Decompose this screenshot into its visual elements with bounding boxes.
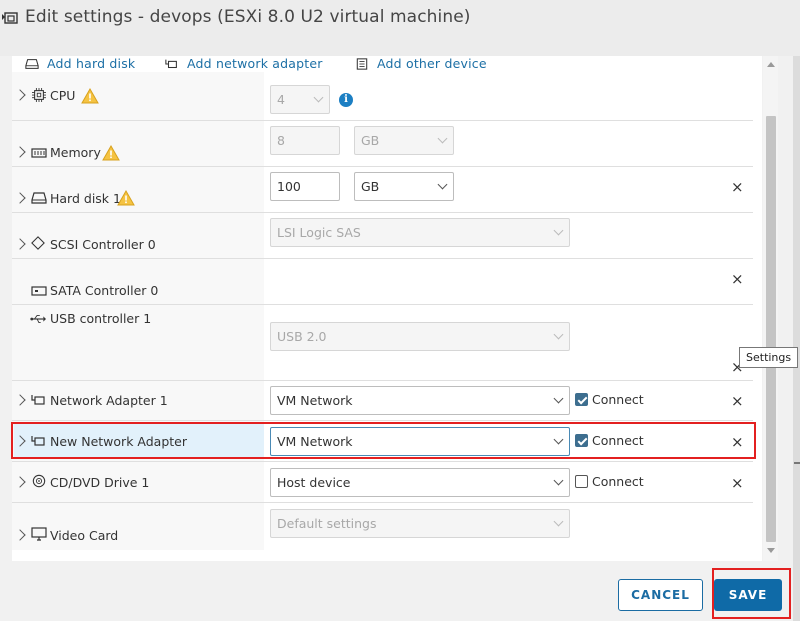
row-divider: [12, 502, 753, 503]
usb-type-value: USB 2.0: [277, 329, 327, 344]
network-adapter-icon: [31, 395, 45, 405]
sata-label: SATA Controller 0: [50, 283, 159, 298]
usb-icon: [30, 315, 46, 323]
usb-label: USB controller 1: [50, 311, 152, 326]
cd-dvd-icon: [32, 474, 46, 488]
remove-cdrom-close-icon[interactable]: ×: [731, 476, 744, 491]
hard-disk-size-value: 100: [277, 179, 301, 194]
chevron-down-icon: [553, 225, 564, 235]
cpu-icon: [32, 88, 46, 102]
vm-icon: [2, 12, 18, 24]
memory-unit-select[interactable]: GB: [354, 126, 454, 155]
row-divider: [12, 420, 753, 421]
scsi-label: SCSI Controller 0: [50, 237, 156, 252]
memory-input[interactable]: 8: [270, 126, 340, 155]
row-divider: [12, 166, 753, 167]
usb-type-select[interactable]: USB 2.0: [270, 322, 570, 351]
memory-label: Memory: [50, 145, 101, 160]
background-mark: [794, 462, 800, 464]
hard-disk-unit-select[interactable]: GB: [354, 172, 454, 201]
hard-disk-icon: [25, 58, 39, 69]
row-divider: [12, 304, 753, 305]
memory-value: 8: [277, 133, 285, 148]
cpu-value: 4: [277, 92, 285, 107]
chevron-down-icon: [553, 393, 564, 403]
cdrom-type-select[interactable]: Host device: [270, 468, 570, 497]
scsi-type-value: LSI Logic SAS: [277, 225, 361, 240]
video-card-label: Video Card: [50, 528, 119, 543]
other-device-icon: [356, 57, 368, 70]
cpu-select[interactable]: 4: [270, 85, 330, 114]
cdrom-label: CD/DVD Drive 1: [50, 475, 150, 490]
add-network-adapter-label: Add network adapter: [187, 56, 323, 71]
cancel-button[interactable]: CANCEL: [618, 579, 703, 611]
add-other-device-label: Add other device: [377, 56, 487, 71]
scroll-up-arrow-icon[interactable]: [767, 62, 775, 67]
network-adapter-1-connect-checkbox[interactable]: [575, 393, 588, 406]
scsi-controller-icon: [31, 236, 45, 250]
chevron-down-icon: [313, 92, 324, 102]
network-adapter-1-select[interactable]: VM Network: [270, 386, 570, 415]
warning-icon: [81, 88, 99, 104]
sata-controller-icon: [31, 286, 47, 296]
warning-icon: [102, 145, 120, 161]
add-hard-disk-label: Add hard disk: [47, 56, 136, 71]
hard-disk-icon: [31, 192, 47, 204]
info-icon[interactable]: i: [339, 93, 353, 107]
annotation-highlight-box: [11, 422, 756, 459]
network-adapter-1-value: VM Network: [277, 393, 353, 408]
scroll-down-arrow-icon[interactable]: [767, 548, 775, 553]
scrollbar-thumb[interactable]: [766, 116, 776, 542]
video-card-settings-value: Default settings: [277, 516, 377, 531]
chevron-down-icon: [553, 475, 564, 485]
memory-icon: [31, 148, 47, 158]
dialog-title: Edit settings - devops (ESXi 8.0 U2 virt…: [25, 7, 471, 27]
row-divider: [12, 258, 753, 259]
cpu-label: CPU: [50, 88, 76, 103]
row-divider: [12, 380, 753, 381]
cdrom-connect-label: Connect: [592, 474, 644, 489]
hard-disk-unit: GB: [361, 179, 380, 194]
network-adapter-1-label: Network Adapter 1: [50, 393, 168, 408]
video-card-settings-select[interactable]: Default settings: [270, 509, 570, 538]
hard-disk-size-input[interactable]: 100: [270, 172, 340, 201]
chevron-down-icon: [437, 179, 448, 189]
row-divider: [12, 212, 753, 213]
cdrom-connect-checkbox[interactable]: [575, 475, 588, 488]
memory-unit: GB: [361, 133, 380, 148]
cdrom-type-value: Host device: [277, 475, 351, 490]
warning-icon: [117, 190, 135, 206]
row-divider: [12, 120, 753, 121]
chevron-down-icon: [437, 133, 448, 143]
chevron-down-icon: [553, 516, 564, 526]
hard-disk-label: Hard disk 1: [50, 191, 121, 206]
monitor-icon: [31, 527, 47, 541]
chevron-down-icon: [553, 329, 564, 339]
add-network-adapter-button[interactable]: Add network adapter: [165, 56, 323, 71]
scsi-type-select[interactable]: LSI Logic SAS: [270, 218, 570, 247]
remove-hard-disk-close-icon[interactable]: ×: [731, 180, 744, 195]
save-annotation-highlight-box: [712, 568, 791, 619]
remove-network-adapter-1-close-icon[interactable]: ×: [731, 394, 744, 409]
remove-sata-close-icon[interactable]: ×: [731, 272, 744, 287]
add-other-device-button[interactable]: Add other device: [355, 56, 487, 71]
background-window-edge: [793, 56, 800, 621]
row-divider: [12, 461, 753, 462]
add-hard-disk-button[interactable]: Add hard disk: [25, 56, 135, 71]
network-adapter-1-connect-label: Connect: [592, 392, 644, 407]
settings-tooltip: Settings: [739, 347, 799, 368]
network-adapter-icon: [165, 59, 177, 68]
